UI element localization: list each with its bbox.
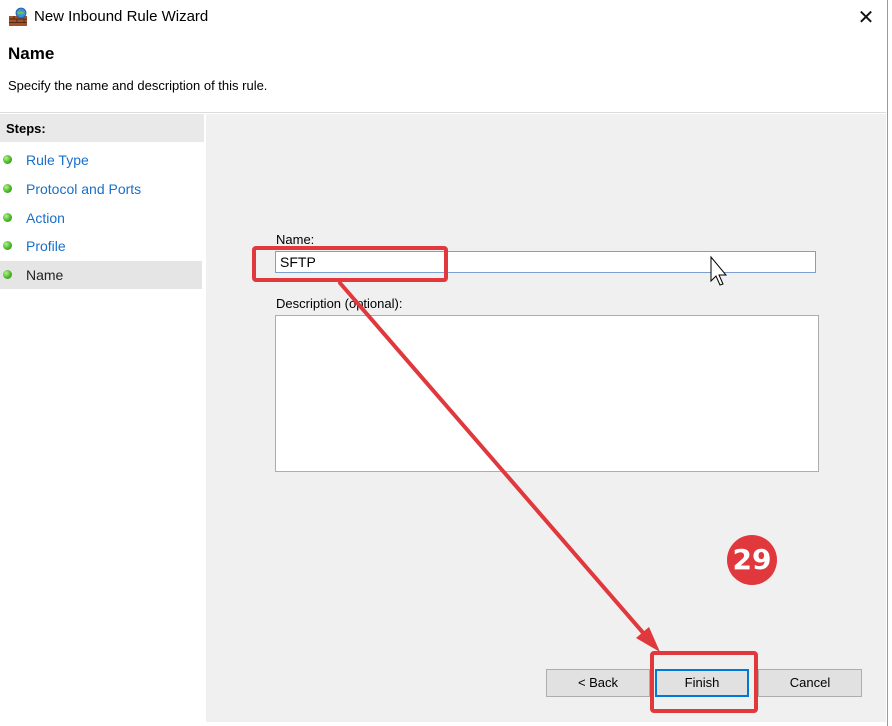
name-label: Name:: [276, 232, 315, 247]
step-label: Rule Type: [26, 152, 89, 168]
step-complete-icon: [3, 213, 12, 222]
finish-highlight-box: [650, 651, 758, 713]
page-title: Name: [8, 44, 55, 63]
firewall-icon: [9, 7, 27, 26]
page-subtitle: Specify the name and description of this…: [8, 78, 268, 93]
title-bar: New Inbound Rule Wizard ✕: [0, 0, 892, 34]
step-item-profile[interactable]: Profile: [0, 232, 202, 260]
step-item-action[interactable]: Action: [0, 204, 202, 232]
step-number-badge: 29: [727, 535, 777, 585]
cancel-button[interactable]: Cancel: [758, 669, 862, 697]
step-complete-icon: [3, 241, 12, 250]
step-label: Profile: [26, 238, 66, 254]
step-item-protocol-and-ports[interactable]: Protocol and Ports: [0, 175, 202, 203]
step-label: Action: [26, 210, 65, 226]
step-complete-icon: [3, 184, 12, 193]
step-current-icon: [3, 270, 12, 279]
close-icon[interactable]: ✕: [846, 0, 886, 34]
step-complete-icon: [3, 155, 12, 164]
description-label: Description (optional):: [276, 296, 403, 311]
step-item-rule-type[interactable]: Rule Type: [0, 146, 202, 174]
description-textarea[interactable]: [275, 315, 819, 472]
wizard-window: New Inbound Rule Wizard ✕ Name Specify t…: [0, 0, 892, 726]
steps-heading: Steps:: [6, 121, 46, 136]
step-label: Protocol and Ports: [26, 181, 142, 197]
step-label: Name: [26, 267, 64, 283]
window-title: New Inbound Rule Wizard: [34, 8, 209, 25]
steps-panel: Steps: Rule Type Protocol and Ports Acti…: [0, 114, 204, 726]
window-edge: [887, 0, 892, 726]
wizard-header: Name Specify the name and description of…: [0, 34, 886, 113]
step-item-name[interactable]: Name: [0, 261, 202, 289]
back-button[interactable]: < Back: [546, 669, 650, 697]
steps-header: Steps:: [0, 114, 204, 143]
name-highlight-box: [252, 246, 448, 282]
